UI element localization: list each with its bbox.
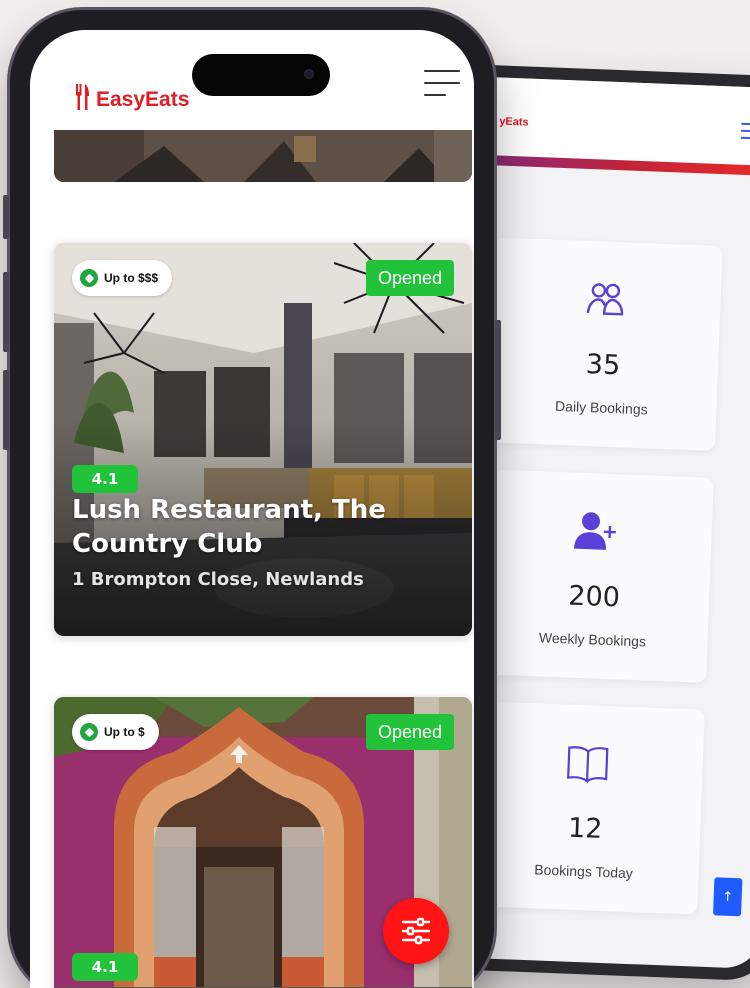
hamburger-menu-icon[interactable] [740,122,750,140]
stat-card-today: 12 Bookings Today [467,700,705,915]
stat-label: Daily Bookings [554,397,648,418]
dynamic-island [192,54,330,96]
user-plus-icon [481,507,713,560]
stat-value: 200 [567,580,621,614]
stat-value: 35 [585,348,621,382]
restaurant-photo [54,126,472,182]
dashboard-logo[interactable]: yEats [499,115,529,128]
stat-label: Bookings Today [534,861,634,882]
fork-knife-icon [76,84,90,116]
previous-restaurant-card[interactable] [54,126,472,182]
price-range-text: Up to $ [104,725,145,739]
phone-action-button [3,195,9,239]
arrow-up-icon[interactable]: ↑ [712,877,743,917]
brand-logo[interactable]: EasyEats [76,84,189,116]
stat-label: Weekly Bookings [538,629,647,650]
restaurant-address: 1 Brompton Close, Newlands [72,569,364,590]
phone-volume-down [3,370,9,450]
price-tag-icon [80,723,98,741]
dashboard-header: yEats [456,75,750,167]
phone-power-button [495,320,501,440]
phone-volume-up [3,272,9,352]
stat-card-weekly: 200 Weekly Bookings [476,469,714,683]
hamburger-menu-icon[interactable] [424,70,460,100]
restaurant-card[interactable]: Up to $$$ Opened 4.1 Lush Restaurant, Th… [54,243,472,636]
price-tag-icon [80,269,98,287]
restaurant-name[interactable]: Lush Restaurant, The Country Club [72,493,452,561]
sliders-filter-icon[interactable] [383,898,449,964]
status-badge: Opened [365,260,454,296]
listing-phone: EasyEats Up to $$$ Opened 4.1 Lush Resta… [3,10,501,988]
stat-value: 12 [567,812,603,845]
open-book-icon [472,739,704,792]
price-range-text: Up to $$$ [104,271,159,285]
rating-badge: 4.1 [72,953,138,981]
brand-name: EasyEats [96,88,190,111]
stat-card-daily: 35 Daily Bookings [484,237,723,451]
price-range-badge: Up to $$$ [72,260,173,296]
price-range-badge: Up to $ [72,714,159,750]
status-badge: Opened [365,714,454,750]
rating-badge: 4.1 [72,465,138,493]
users-icon [490,275,722,328]
listing-screen: EasyEats Up to $$$ Opened 4.1 Lush Resta… [30,30,474,988]
